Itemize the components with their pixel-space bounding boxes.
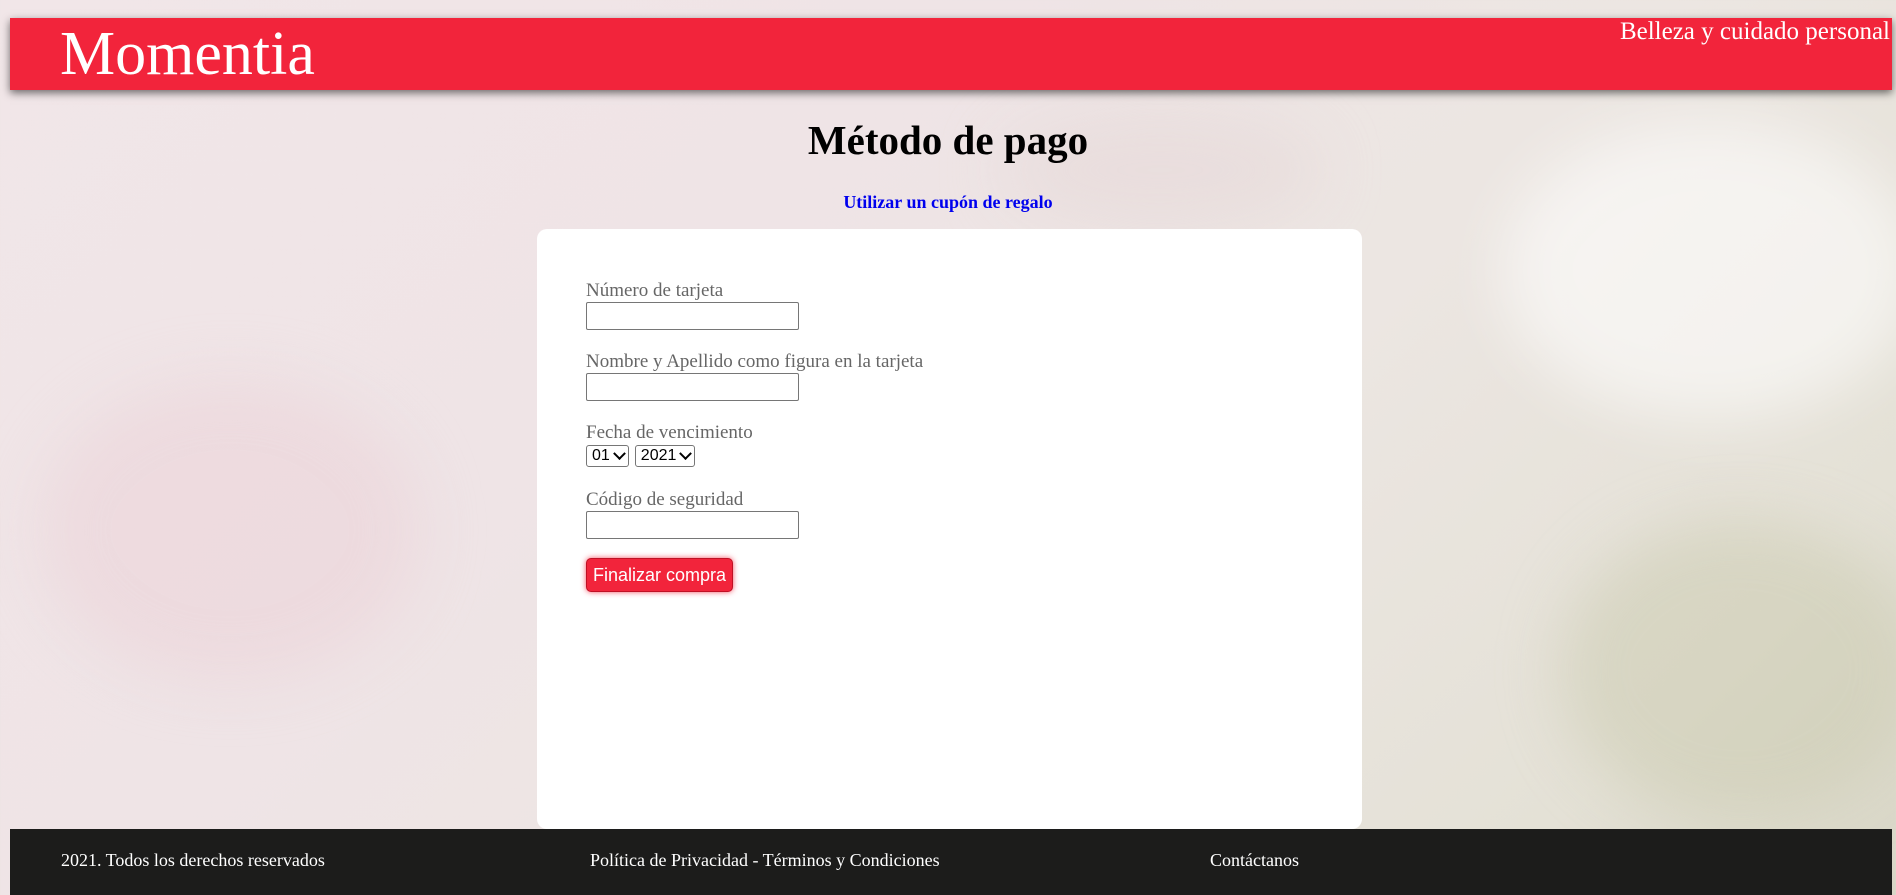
expiry-month-value: 01 [592,447,610,464]
chevron-down-icon [612,446,626,460]
footer-contact-link[interactable]: Contáctanos [1210,850,1299,870]
security-code-label: Código de seguridad [586,489,744,510]
site-footer: 2021. Todos los derechos reservados Polí… [10,829,1892,895]
expiry-month-select[interactable]: 01 [586,445,629,467]
card-number-label: Número de tarjeta [586,280,724,301]
finalize-purchase-button[interactable]: Finalizar compra [586,558,734,592]
footer-copyright: 2021. Todos los derechos reservados [61,850,325,870]
card-name-input[interactable] [586,373,799,401]
chevron-down-icon [679,446,693,460]
footer-legal-link[interactable]: Política de Privacidad - Términos y Cond… [590,850,940,870]
card-name-label: Nombre y Apellido como figura en la tarj… [586,351,924,372]
site-header: Momentia Belleza y cuidado personal [10,18,1892,90]
brand-logo[interactable]: Momentia [60,20,315,88]
card-name-field: Nombre y Apellido como figura en la tarj… [586,351,923,401]
gift-coupon-link[interactable]: Utilizar un cupón de regalo [0,192,1896,213]
expiry-field: Fecha de vencimiento 01 2021 [586,422,753,467]
card-number-input[interactable] [586,302,799,330]
expiry-year-value: 2021 [640,447,677,464]
security-code-field: Código de seguridad [586,489,799,539]
background-flower [1560,520,1896,820]
page-title: Método de pago [807,117,1089,163]
brand-tagline: Belleza y cuidado personal [1619,18,1890,45]
payment-form-card: Número de tarjeta Nombre y Apellido como… [537,229,1362,829]
card-number-field: Número de tarjeta [586,280,799,330]
expiry-label: Fecha de vencimiento [586,422,753,443]
expiry-year-select[interactable]: 2021 [634,445,696,467]
expiry-selects: 01 2021 [586,445,753,467]
background-flower [1500,120,1896,420]
background-flower [40,380,420,680]
security-code-input[interactable] [586,511,799,539]
